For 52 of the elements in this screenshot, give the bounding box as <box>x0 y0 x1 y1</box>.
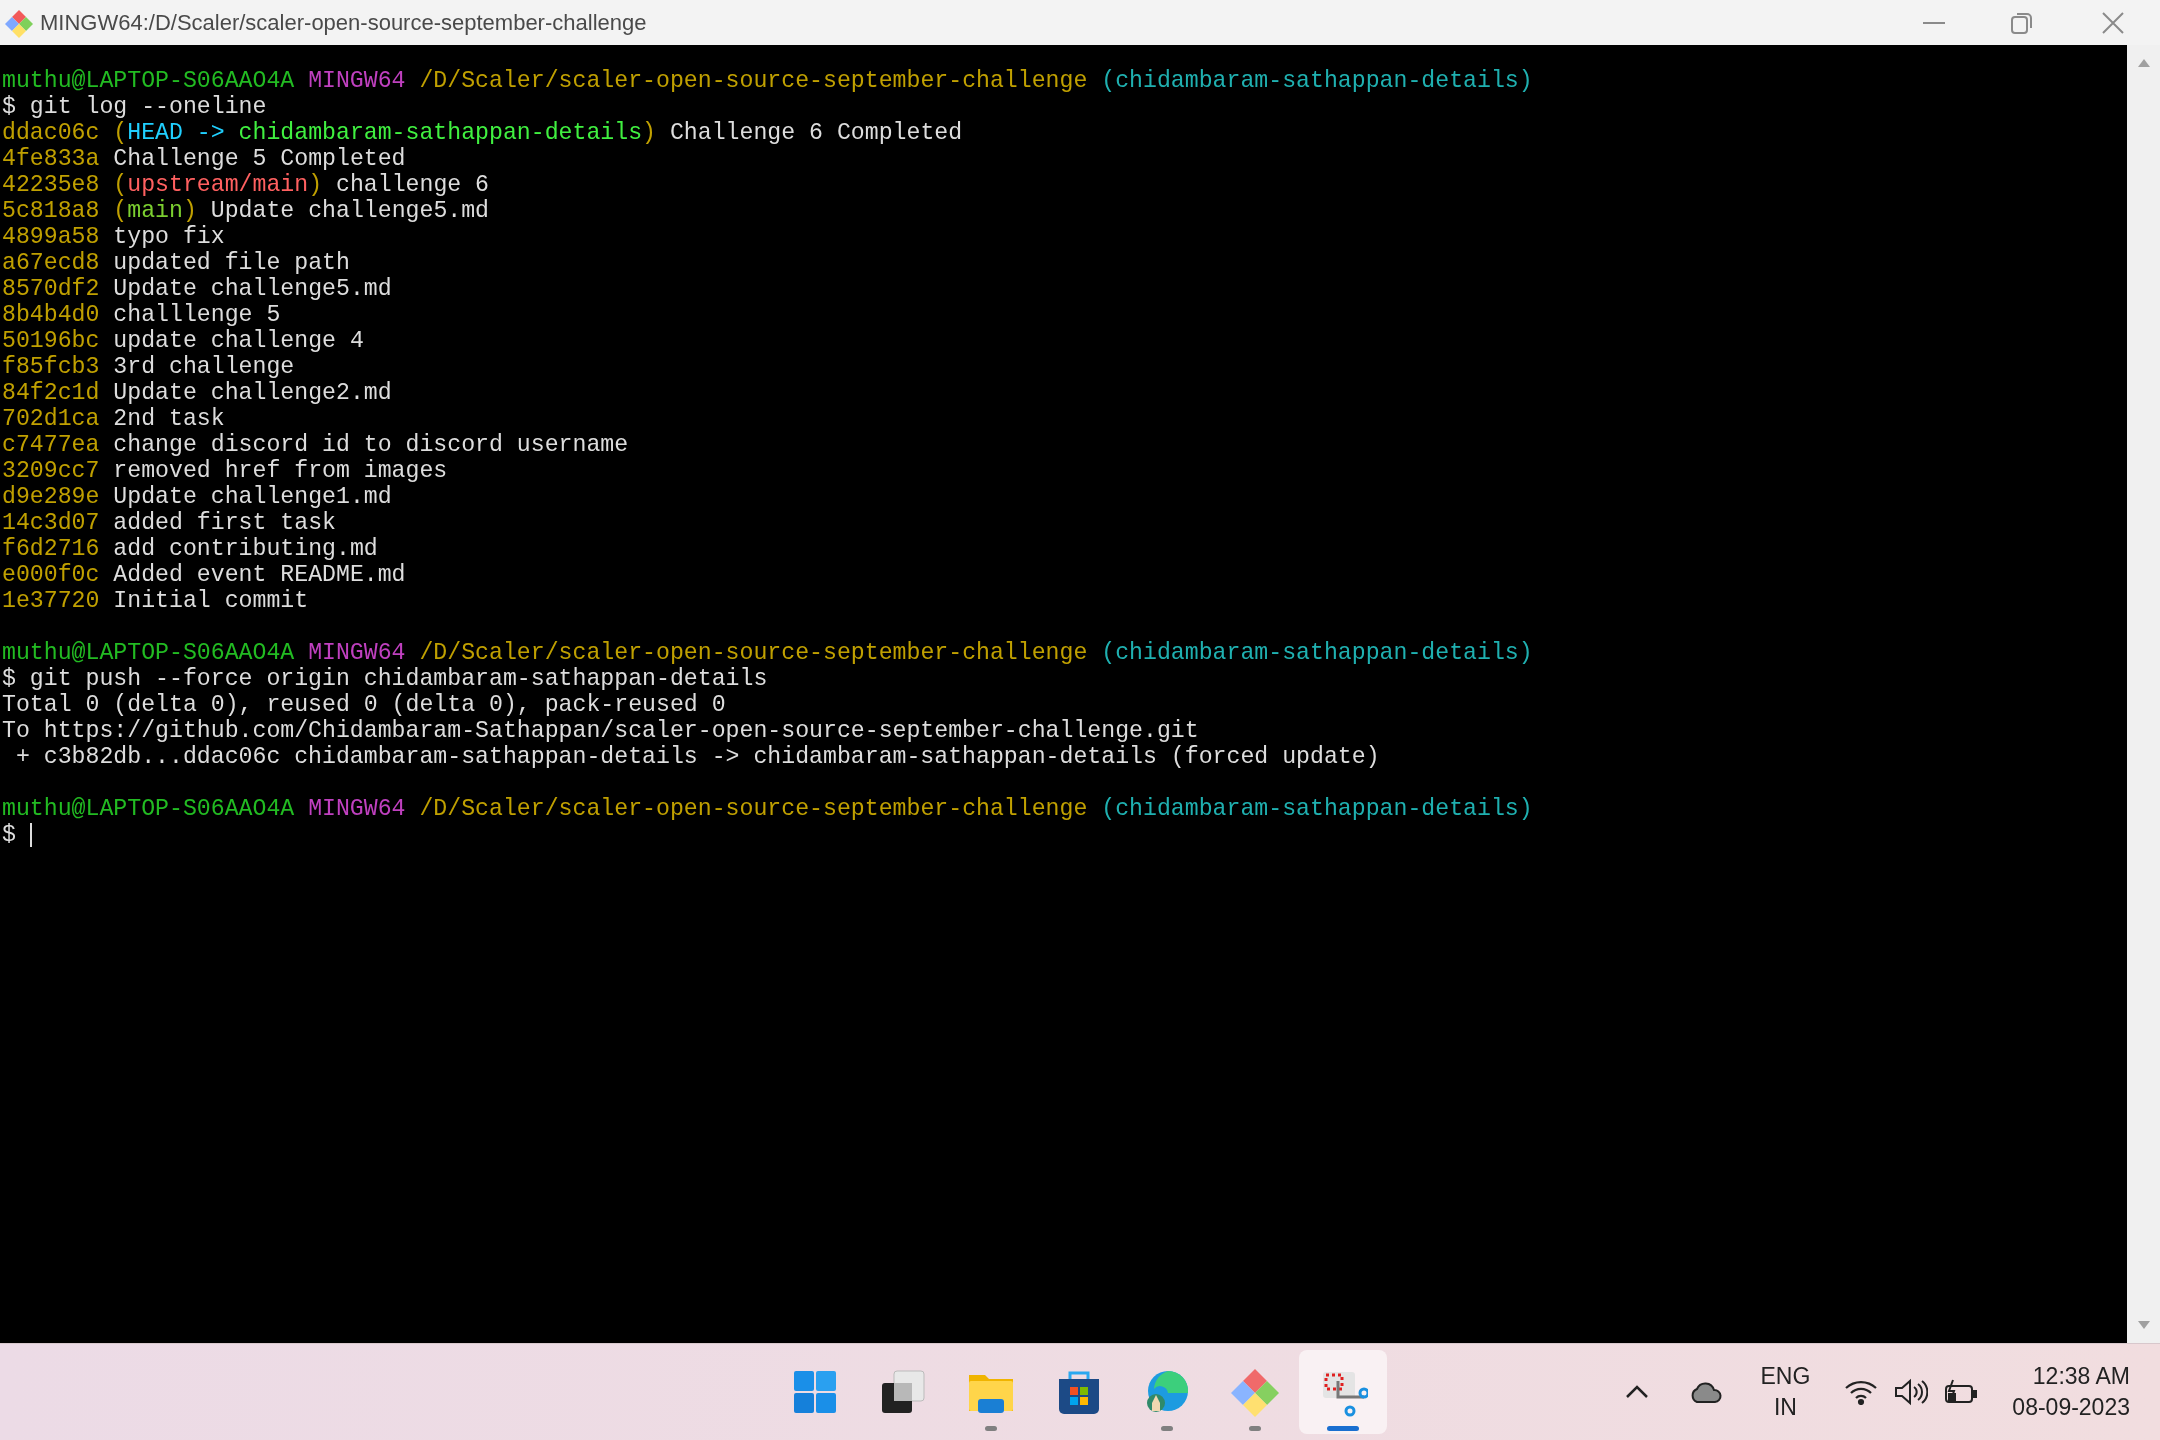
terminal-line: c7477ea change discord id to discord username <box>2 432 629 458</box>
terminal-line: e000f0c Added event README.md <box>2 562 406 588</box>
terminal-line: 14c3d07 added first task <box>2 510 336 536</box>
running-indicator <box>1249 1426 1261 1431</box>
text-cursor <box>29 823 32 847</box>
scroll-down-icon[interactable] <box>2137 1321 2150 1329</box>
terminal-line: muthu@LAPTOP-S06AAO4A MINGW64 /D/Scaler/scaler-open-source-september-challenge (chidambaram-sathappan-details) <box>2 796 1533 822</box>
chevron-up-icon[interactable] <box>1624 1385 1649 1399</box>
running-indicator <box>1327 1426 1359 1431</box>
terminal-line: a67ecd8 updated file path <box>2 250 350 276</box>
terminal-line: 3209cc7 removed href from images <box>2 458 448 484</box>
terminal-line: f85fcb3 3rd challenge <box>2 354 295 380</box>
terminal-line: f6d2716 add contributing.md <box>2 536 378 562</box>
clock[interactable]: 12:38 AM 08-09-2023 <box>2012 1361 2130 1423</box>
restore-icon <box>2011 11 2033 34</box>
language-indicator[interactable]: ENG IN <box>1760 1361 1811 1423</box>
terminal-line: To https://github.com/Chidambaram-Sathappan/scaler-open-source-september-challenge.git <box>2 718 1199 744</box>
terminal-line: muthu@LAPTOP-S06AAO4A MINGW64 /D/Scaler/scaler-open-source-september-challenge (chidambaram-sathappan-details) <box>2 640 1533 666</box>
volume-icon[interactable] <box>1894 1378 1929 1406</box>
terminal-line: 8b4b4d0 challlenge 5 <box>2 302 281 328</box>
close-icon <box>2102 11 2124 34</box>
region-code: IN <box>1773 1393 1797 1422</box>
terminal-line: 4fe833a Challenge 5 Completed <box>2 146 406 172</box>
running-indicator <box>1161 1426 1173 1431</box>
terminal-line: $ git push --force origin chidambaram-sathappan-details <box>2 666 768 692</box>
running-indicator <box>985 1426 997 1431</box>
diamond-icon <box>1230 1367 1280 1417</box>
terminal-line: 1e37720 Initial commit <box>2 588 309 614</box>
clock-date: 08-09-2023 <box>2012 1393 2130 1422</box>
scrollbar[interactable] <box>2127 45 2160 1343</box>
scroll-up-icon[interactable] <box>2137 59 2150 67</box>
wifi-icon[interactable] <box>1844 1379 1879 1405</box>
language-code: ENG <box>1760 1362 1811 1391</box>
terminal-line: muthu@LAPTOP-S06AAO4A MINGW64 /D/Scaler/scaler-open-source-september-challenge (chidambaram-sathappan-details) <box>2 68 1533 94</box>
clock-time: 12:38 AM <box>2032 1362 2130 1391</box>
terminal-line: 84f2c1d Update challenge2.md <box>2 380 392 406</box>
minimize-icon <box>1923 21 1945 24</box>
battery-charging-icon[interactable] <box>1944 1379 1979 1405</box>
terminal-line: ddac06c (HEAD -> chidambaram-sathappan-details) Challenge 6 Completed <box>2 120 963 146</box>
terminal-line: 5c818a8 (main) Update challenge5.md <box>2 198 490 224</box>
terminal-line: 42235e8 (upstream/main) challenge 6 <box>2 172 490 198</box>
terminal-line: 50196bc update challenge 4 <box>2 328 364 354</box>
terminal-line: $ git log --oneline <box>2 94 267 120</box>
app-icon <box>4 7 34 38</box>
terminal-line: 4899a58 typo fix <box>2 224 225 250</box>
terminal-line: 8570df2 Update challenge5.md <box>2 276 392 302</box>
terminal-line: d9e289e Update challenge1.md <box>2 484 392 510</box>
terminal-line: + c3b82db...ddac06c chidambaram-sathappan-details -> chidambaram-sathappan-details (forced update) <box>14 744 1380 770</box>
terminal-line: Total 0 (delta 0), reused 0 (delta 0), pack-reused 0 <box>2 692 726 718</box>
command-prompt: $ <box>2 822 16 848</box>
terminal-line: 702d1ca 2nd task <box>2 406 225 432</box>
window-title: MINGW64:/D/Scaler/scaler-open-source-september-challenge <box>40 9 647 37</box>
